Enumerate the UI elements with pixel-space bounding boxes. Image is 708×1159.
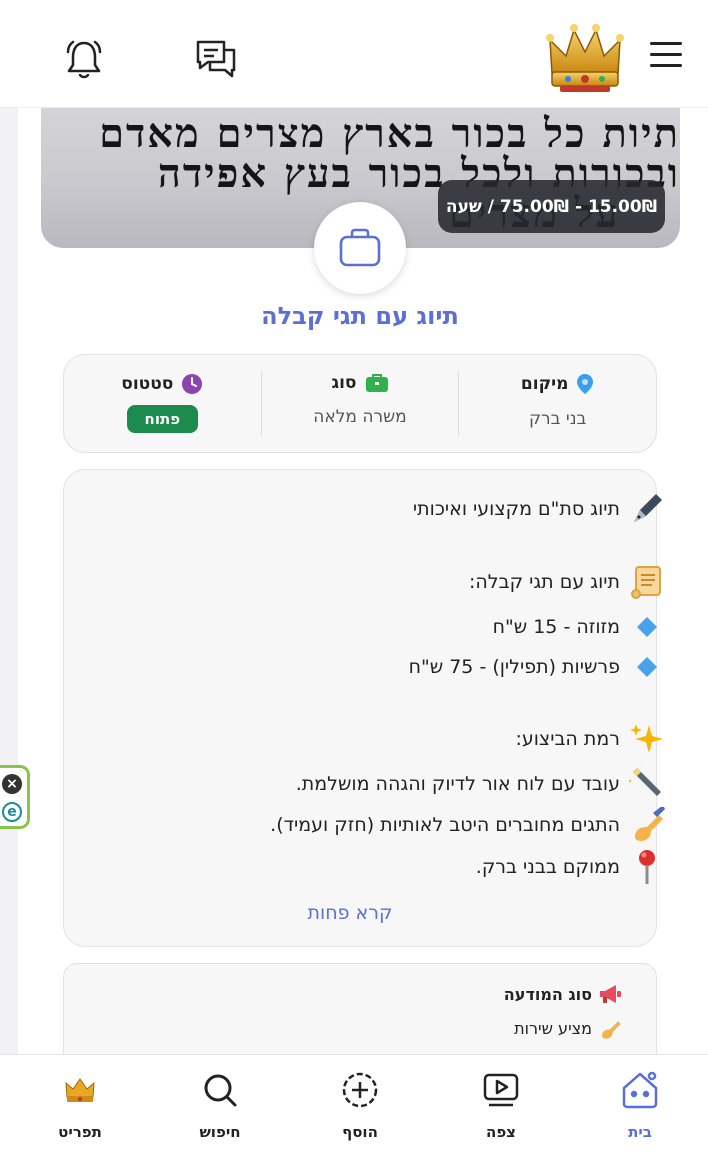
briefcase-icon — [339, 228, 381, 267]
description-line: התגים מחוברים היטב לאותיות (חזק ועמיד). — [270, 806, 666, 844]
chat-icon[interactable] — [194, 38, 238, 80]
clock-icon — [182, 374, 203, 394]
description-line: רמת הביצוע: — [515, 720, 666, 758]
bottom-navigation: בית צפה הוסף חיפוש תפריט — [0, 1054, 708, 1159]
description-line: מזוזה - 15 ש"ח — [493, 608, 666, 646]
nav-add-label: הוסף — [342, 1123, 378, 1141]
listing-type-badge — [314, 202, 406, 294]
location-label: מיקום — [520, 374, 569, 394]
location-column: מיקום בני ברק — [459, 355, 656, 452]
listing-title: תיוג עם תגי קבלה — [261, 302, 459, 330]
description-text: תיוג סת"ם מקצועי ואיכותי — [412, 498, 620, 520]
description-line: עובד עם לוח אור לדיוק והגהה מושלמת. — [296, 765, 666, 803]
status-column: סטטוס פתוח — [64, 371, 262, 436]
sparkles-icon — [628, 720, 666, 758]
crown-logo[interactable] — [546, 22, 624, 94]
ad-type-label: סוג המודעה — [503, 984, 592, 1004]
location-value: בני ברק — [529, 409, 587, 429]
home-icon — [622, 1071, 658, 1109]
description-line: ממוקם בבני ברק. — [476, 848, 666, 886]
type-value: משרה מלאה — [313, 407, 407, 427]
description-text: ממוקם בבני ברק. — [475, 856, 620, 878]
description-text: פרשיות (תפילין) - 75 ש"ח — [408, 656, 620, 678]
writing-hand-icon — [602, 1021, 621, 1039]
status-label: סטטוס — [121, 374, 174, 394]
location-pin-icon — [577, 374, 594, 394]
nav-add[interactable]: הוסף — [310, 1069, 410, 1141]
hamburger-icon[interactable] — [650, 42, 682, 70]
side-widget[interactable]: × e — [0, 765, 30, 829]
nav-home-label: בית — [628, 1123, 652, 1141]
top-bar — [0, 0, 708, 108]
description-text: רמת הביצוע: — [515, 728, 620, 750]
info-card: מיקום בני ברק סוג משרה מלאה סטטוס פתוח — [63, 354, 657, 453]
bell-icon[interactable] — [64, 38, 104, 80]
video-icon — [483, 1073, 519, 1107]
search-icon — [204, 1074, 237, 1107]
description-text: עובד עם לוח אור לדיוק והגהה מושלמת. — [295, 773, 620, 795]
description-text: התגים מחוברים היטב לאותיות (חזק ועמיד). — [270, 814, 620, 836]
type-column: סוג משרה מלאה — [262, 371, 460, 436]
writing-hand-icon — [628, 806, 666, 844]
nav-menu-label: תפריט — [58, 1123, 102, 1141]
description-line: פרשיות (תפילין) - 75 ש"ח — [409, 648, 666, 686]
megaphone-icon — [600, 985, 621, 1003]
nav-menu[interactable]: תפריט — [30, 1069, 130, 1141]
description-text: תיוג עם תגי קבלה: — [468, 571, 620, 593]
pen-icon — [628, 490, 666, 528]
briefcase-icon — [365, 374, 388, 392]
nav-search-label: חיפוש — [199, 1123, 241, 1141]
type-label: סוג — [331, 373, 357, 393]
description-line: תיוג עם תגי קבלה: — [469, 563, 666, 601]
status-badge: פתוח — [126, 405, 199, 433]
pin-icon — [628, 848, 666, 886]
description-text: מזוזה - 15 ש"ח — [492, 616, 620, 638]
add-icon — [342, 1072, 378, 1108]
nav-search[interactable]: חיפוש — [170, 1069, 270, 1141]
crown-icon — [65, 1078, 95, 1102]
diamond-icon — [628, 608, 666, 646]
nav-watch[interactable]: צפה — [451, 1069, 551, 1141]
ad-type-value: מציע שירות — [514, 1018, 592, 1038]
accessibility-icon[interactable]: e — [2, 802, 22, 822]
close-icon[interactable]: × — [2, 774, 22, 794]
price-badge: 15.00₪ - 75.00₪ / שעה — [438, 180, 665, 233]
flashlight-icon — [628, 765, 666, 803]
nav-watch-label: צפה — [486, 1123, 516, 1141]
nav-home[interactable]: בית — [590, 1069, 690, 1141]
diamond-icon — [628, 648, 666, 686]
read-less-link[interactable]: קרא פחות — [0, 902, 700, 924]
scroll-icon — [628, 563, 666, 601]
description-line: תיוג סת"ם מקצועי ואיכותי — [413, 490, 666, 528]
